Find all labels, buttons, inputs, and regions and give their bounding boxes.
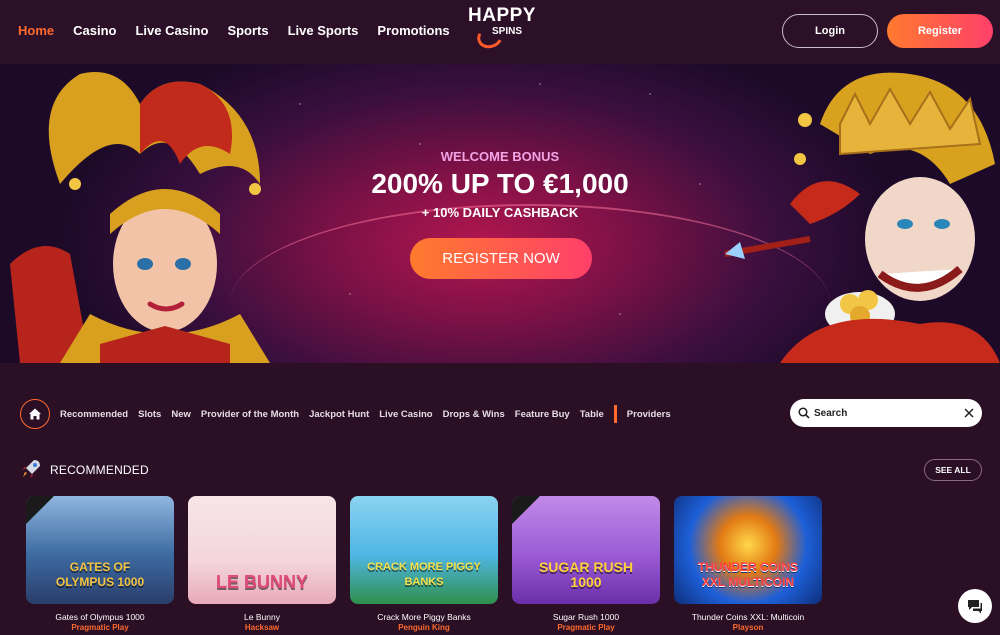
- hero-cashback: + 10% DAILY CASHBACK: [421, 205, 579, 220]
- game-provider[interactable]: Hacksaw: [188, 623, 336, 632]
- jester-right-illustration: [724, 72, 1000, 363]
- category-slots[interactable]: Slots: [138, 409, 161, 423]
- see-all-button[interactable]: SEE ALL: [924, 459, 982, 481]
- nav-casino[interactable]: Casino: [73, 23, 116, 38]
- category-new[interactable]: New: [171, 409, 191, 423]
- game-name[interactable]: Thunder Coins XXL: Multicoin: [674, 612, 822, 622]
- category-divider: [613, 405, 617, 423]
- category-feature-buy[interactable]: Feature Buy: [515, 409, 570, 423]
- game-card[interactable]: THUNDER COINS XXL MULTICOIN Thunder Coin…: [674, 496, 822, 632]
- chat-button[interactable]: [958, 589, 992, 623]
- game-thumbnail[interactable]: THUNDER COINS XXL MULTICOIN: [674, 496, 822, 604]
- chat-icon: [968, 600, 982, 614]
- hero-welcome: WELCOME BONUS: [440, 149, 560, 164]
- logo-line1: HAPPY: [468, 5, 536, 26]
- game-card[interactable]: CRACK MORE PIGGY BANKS Crack More Piggy …: [350, 496, 498, 632]
- category-bar: Recommended Slots New Provider of the Mo…: [60, 405, 671, 423]
- game-thumbnail[interactable]: CRACK MORE PIGGY BANKS: [350, 496, 498, 604]
- game-card[interactable]: LE BUNNY Le Bunny Hacksaw: [188, 496, 336, 632]
- register-now-button[interactable]: REGISTER NOW: [410, 238, 592, 279]
- game-provider[interactable]: Playson: [674, 623, 822, 632]
- game-thumbnail[interactable]: SUGAR RUSH 1000: [512, 496, 660, 604]
- nav-promotions[interactable]: Promotions: [377, 23, 449, 38]
- category-live-casino[interactable]: Live Casino: [379, 409, 432, 423]
- game-list: GATES OF OLYMPUS 1000 Gates of Olympus 1…: [26, 496, 822, 632]
- category-jackpot-hunt[interactable]: Jackpot Hunt: [309, 409, 369, 423]
- nav-sports[interactable]: Sports: [227, 23, 268, 38]
- game-card[interactable]: SUGAR RUSH 1000 Sugar Rush 1000 Pragmati…: [512, 496, 660, 632]
- logo[interactable]: HAPPY SPINS: [467, 5, 537, 52]
- search-icon: [798, 407, 810, 419]
- close-icon[interactable]: [964, 408, 974, 418]
- game-thumbnail[interactable]: GATES OF OLYMPUS 1000: [26, 496, 174, 604]
- login-button[interactable]: Login: [782, 14, 878, 48]
- nav-live-sports[interactable]: Live Sports: [288, 23, 359, 38]
- drops-wins-badge: [26, 496, 56, 526]
- game-provider[interactable]: Pragmatic Play: [512, 623, 660, 632]
- register-button[interactable]: Register: [887, 14, 993, 48]
- game-card[interactable]: GATES OF OLYMPUS 1000 Gates of Olympus 1…: [26, 496, 174, 632]
- search-box[interactable]: [790, 399, 982, 427]
- drops-wins-badge: [512, 496, 542, 526]
- category-recommended[interactable]: Recommended: [60, 409, 128, 423]
- game-art-title: GATES OF OLYMPUS 1000: [55, 560, 145, 589]
- game-thumbnail[interactable]: LE BUNNY: [188, 496, 336, 604]
- hero-banner[interactable]: WELCOME BONUS 200% UP TO €1,000 + 10% DA…: [0, 64, 1000, 363]
- nav-live-casino[interactable]: Live Casino: [135, 23, 208, 38]
- game-art-title: SUGAR RUSH 1000: [538, 559, 634, 590]
- search-input[interactable]: [814, 407, 964, 419]
- home-category-button[interactable]: [20, 399, 50, 429]
- category-table[interactable]: Table: [580, 409, 604, 423]
- recommended-title: RECOMMENDED: [50, 463, 149, 477]
- jester-left-illustration: [10, 72, 270, 363]
- header: Home Casino Live Casino Sports Live Spor…: [0, 0, 1000, 64]
- category-providers[interactable]: Providers: [627, 409, 671, 423]
- game-name[interactable]: Le Bunny: [188, 612, 336, 622]
- hero-headline: 200% UP TO €1,000: [371, 168, 629, 199]
- game-art-title: LE BUNNY: [215, 572, 308, 592]
- game-name[interactable]: Gates of Olympus 1000: [26, 612, 174, 622]
- category-provider-of-the-month[interactable]: Provider of the Month: [201, 409, 299, 423]
- main-nav: Home Casino Live Casino Sports Live Spor…: [18, 23, 450, 38]
- game-name[interactable]: Crack More Piggy Banks: [350, 612, 498, 622]
- home-icon: [29, 408, 41, 420]
- game-name[interactable]: Sugar Rush 1000: [512, 612, 660, 622]
- game-provider[interactable]: Pragmatic Play: [26, 623, 174, 632]
- nav-home[interactable]: Home: [18, 23, 54, 38]
- rocket-icon: [22, 460, 40, 478]
- game-provider[interactable]: Penguin King: [350, 623, 498, 632]
- game-art-title: CRACK MORE PIGGY BANKS: [367, 561, 481, 588]
- game-art-title: THUNDER COINS XXL MULTICOIN: [697, 560, 798, 589]
- category-drops-wins[interactable]: Drops & Wins: [443, 409, 505, 423]
